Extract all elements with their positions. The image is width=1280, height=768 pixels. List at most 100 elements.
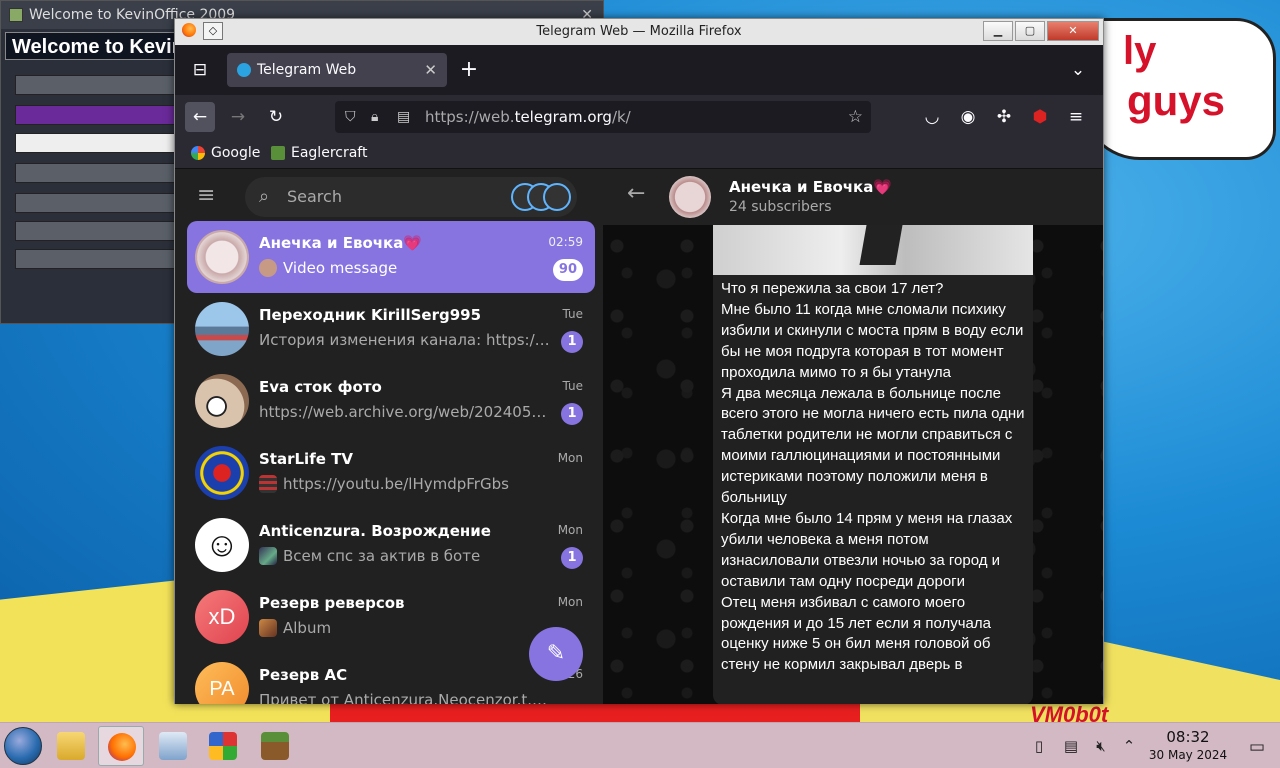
window-titlebar[interactable]: ◇ Telegram Web — Mozilla Firefox ▁ ▢ ✕ [175,19,1103,45]
chat-list-item[interactable]: StarLife TV Mon https://youtu.be/lHymdpF… [187,437,595,509]
tab-telegram-web[interactable]: Telegram Web ✕ [227,53,447,87]
avatar: xD [195,590,249,644]
avatar [195,302,249,356]
hamburger-menu-icon[interactable]: ≡ [1061,102,1091,132]
chat-preview-text: https://web.archive.org/web/20240528... [259,403,551,421]
new-tab-button[interactable]: + [454,55,484,85]
chevron-down-icon[interactable]: ⌄ [1063,55,1093,85]
menu-bar-item[interactable] [15,75,185,95]
back-arrow-icon[interactable]: ← [627,181,645,206]
new-message-button[interactable]: ✎ [529,627,583,681]
chat-preview: https://web.archive.org/web/20240528... [259,403,551,421]
chat-header[interactable]: ← Анечка и Евочка💗 24 subscribers [603,169,1103,225]
chat-preview-text: Привет от Anticenzura.Neocenzor.t.me [259,691,551,704]
bookmark-eaglercraft[interactable]: Eaglercraft [271,145,367,161]
url-host: telegram.org [514,108,612,126]
account-icon[interactable]: ◉ [953,102,983,132]
chat-list-sidebar: ≡ ⌕ Search Анечка и Евочка💗 02:59 Video … [175,169,603,704]
star-icon[interactable]: ☆ [848,101,863,133]
menu-bar-item[interactable] [15,221,185,241]
story-avatar[interactable] [543,183,571,211]
clipboard-icon[interactable]: ▤ [1062,737,1080,755]
window-menu-icon[interactable]: ◇ [203,22,223,40]
chevron-up-icon[interactable]: ⌃ [1120,737,1138,755]
folder-icon [57,732,85,760]
navigation-toolbar: ← → ↻ ⛉ 🔒︎ ▤ https://web.telegram.org/k/… [175,95,1103,139]
taskbar-file-manager[interactable] [48,726,94,766]
pocket-icon[interactable]: ◡ [917,102,947,132]
message-bubble[interactable]: Что я пережила за свои 17 лет? Мне было … [713,225,1033,704]
avatar: PA [195,662,249,704]
chat-preview: Album [259,619,551,637]
channel-avatar[interactable] [669,176,711,218]
message-text: Что я пережила за свои 17 лет? Мне было … [721,280,1025,674]
tab-label: Telegram Web [257,62,357,78]
bookmark-google[interactable]: Google [191,145,260,161]
chat-list-item[interactable]: ☺ Anticenzura. Возрождение Mon Всем спс … [187,509,595,581]
stories-avatars[interactable] [511,183,571,211]
chat-pane: ← Анечка и Евочка💗 24 subscribers Что я … [603,169,1103,704]
minimize-button[interactable]: ▁ [983,21,1013,41]
chat-time: Mon [557,451,583,465]
notifications-icon[interactable]: ▭ [1248,737,1266,757]
lock-icon[interactable]: 🔒︎ [371,101,378,133]
chat-preview-text: История изменения канала: https://www.yo… [259,331,551,349]
firefox-window[interactable]: ◇ Telegram Web — Mozilla Firefox ▁ ▢ ✕ ⊟… [174,18,1104,704]
video-thumbnail [259,259,277,277]
reload-button[interactable]: ↻ [261,102,291,132]
bookmark-label: Eaglercraft [291,145,368,161]
office-icon [209,732,237,760]
shield-icon[interactable]: ⛉ [345,101,356,133]
tab-strip: ⊟ Telegram Web ✕ + ⌄ [175,45,1103,95]
url-path: /k/ [611,108,631,126]
search-input[interactable]: ⌕ Search [245,177,577,217]
taskbar-remote-desktop[interactable] [150,726,196,766]
clock-time[interactable]: 08:32 [1148,728,1228,746]
search-placeholder: Search [287,187,342,206]
url-prefix: https://web. [425,108,515,126]
forward-button[interactable]: → [223,102,253,132]
chat-preview-text: https://youtu.be/lHymdpFrGbs [283,475,509,493]
chat-preview: Привет от Anticenzura.Neocenzor.t.me [259,691,551,704]
close-button[interactable]: ✕ [1047,21,1099,41]
maximize-button[interactable]: ▢ [1015,21,1045,41]
unread-badge: 90 [552,259,583,281]
telegram-app: ≡ ⌕ Search Анечка и Евочка💗 02:59 Video … [175,169,1103,704]
menu-bar-item[interactable] [15,193,185,213]
chat-preview: Всем спс за актив в боте [259,547,551,565]
extensions-icon[interactable]: ✣ [989,102,1019,132]
ublock-icon[interactable]: ⬢ [1025,102,1055,132]
media-thumbnail [259,547,277,565]
chat-name: Анечка и Евочка💗 [259,234,423,252]
chat-preview-text: Всем спс за актив в боте [283,547,481,565]
menu-bar-item[interactable] [15,133,185,153]
tab-overview-icon[interactable]: ⊟ [185,55,215,85]
menu-bar-item[interactable] [15,105,185,125]
system-tray: ▯ ▤ 🔇︎ ⌃ 08:32 30 May 2024 ▭ [1020,723,1280,768]
clock-date[interactable]: 30 May 2024 [1148,748,1228,762]
taskbar-minecraft[interactable] [252,726,298,766]
menu-bar-item[interactable] [15,249,185,269]
menu-bar-item[interactable] [15,163,185,183]
taskbar-firefox[interactable] [98,726,144,766]
firefox-icon [108,733,136,761]
bookmark-label: Google [211,145,261,161]
message-photo[interactable] [713,225,1033,275]
start-button[interactable] [4,727,42,765]
hamburger-menu-icon[interactable]: ≡ [197,183,215,208]
chat-list-item[interactable]: Переходник KirillSerg995 Tue История изм… [187,293,595,365]
taskbar-kevinoffice[interactable] [200,726,246,766]
unread-badge: 1 [561,331,583,353]
chat-time: Mon [557,595,583,609]
chat-time: Tue [562,307,584,321]
back-button[interactable]: ← [185,102,215,132]
chat-list-item[interactable]: Eva сток фото Tue https://web.archive.or… [187,365,595,437]
chat-list-item[interactable]: Анечка и Евочка💗 02:59 Video message 90 [187,221,595,293]
avatar: ☺ [195,518,249,572]
url-bar[interactable]: ⛉ 🔒︎ ▤ https://web.telegram.org/k/ ☆ [335,101,871,133]
usb-icon[interactable]: ▯ [1030,737,1048,755]
volume-muted-icon[interactable]: 🔇︎ [1092,737,1110,755]
unread-badge: 1 [561,547,583,569]
close-icon[interactable]: ✕ [424,53,437,87]
page-info-icon[interactable]: ▤ [397,101,410,133]
